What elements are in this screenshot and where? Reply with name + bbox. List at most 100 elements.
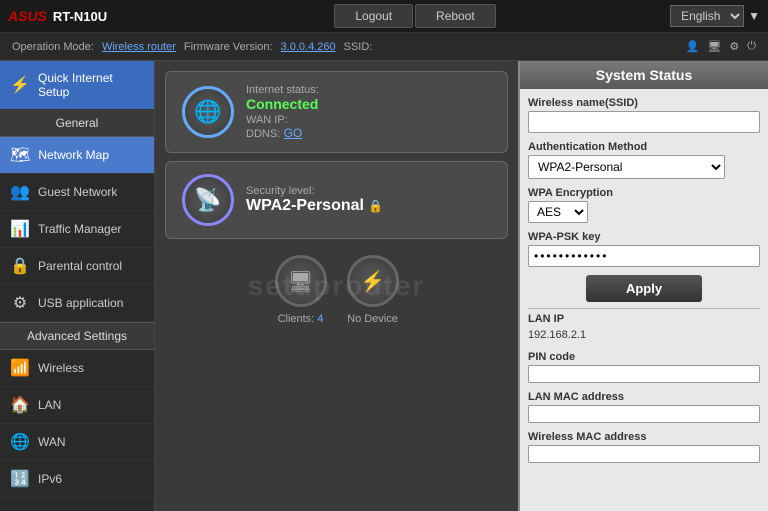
- lan-label: LAN: [38, 398, 61, 412]
- traffic-manager-label: Traffic Manager: [38, 222, 121, 236]
- wpa-enc-group: WPA Encryption AES TKIP TKIP+AES: [528, 187, 760, 223]
- logout-button[interactable]: Logout: [334, 4, 413, 28]
- lan-mac-input[interactable]: [528, 405, 760, 423]
- divider: [528, 308, 760, 309]
- main-layout: ⚡ Quick Internet Setup General 🗺 Network…: [0, 61, 768, 511]
- parental-control-label: Parental control: [38, 259, 122, 273]
- wan-label: WAN: [38, 435, 66, 449]
- general-section: General: [0, 110, 154, 137]
- wpa-enc-select[interactable]: AES TKIP TKIP+AES: [528, 201, 588, 223]
- lan-mac-group: LAN MAC address: [528, 391, 760, 423]
- sidebar-item-wan[interactable]: 🌐 WAN: [0, 424, 154, 461]
- wireless-icon: 📶: [10, 358, 30, 378]
- router-icon: 📡: [182, 174, 234, 226]
- parental-control-icon: 🔒: [10, 256, 30, 276]
- lan-icon: 🏠: [10, 395, 30, 415]
- wan-icon: 🌐: [10, 432, 30, 452]
- clients-icon: 🖥: [275, 255, 327, 307]
- ddns-row: DDNS: GO: [246, 126, 319, 140]
- reboot-button[interactable]: Reboot: [415, 4, 496, 28]
- quick-setup-icon: ⚡: [10, 75, 30, 95]
- lock-icon: 🔒: [368, 199, 383, 213]
- lan-mac-label: LAN MAC address: [528, 391, 760, 403]
- guest-network-label: Guest Network: [38, 185, 117, 199]
- lan-ip-label: LAN IP: [528, 313, 760, 325]
- wpa-enc-row: AES TKIP TKIP+AES: [528, 201, 760, 223]
- lang-area: English ▼: [670, 5, 768, 27]
- security-value: WPA2-Personal 🔒: [246, 197, 383, 215]
- auth-method-group: Authentication Method WPA2-Personal Open…: [528, 141, 760, 179]
- asus-logo: ASUS: [8, 8, 47, 24]
- op-mode-label: Operation Mode:: [12, 41, 94, 53]
- ipv6-icon: 🔢: [10, 469, 30, 489]
- wan-ip-row: WAN IP:: [246, 112, 319, 126]
- firmware-label: Firmware Version:: [184, 41, 273, 53]
- apply-button[interactable]: Apply: [586, 275, 702, 302]
- security-text: Security level: WPA2-Personal 🔒: [246, 185, 383, 215]
- sidebar-item-parental-control[interactable]: 🔒 Parental control: [0, 248, 154, 285]
- user-icon: 👤: [686, 40, 700, 53]
- logo-area: ASUS RT-N10U: [0, 8, 160, 24]
- auth-method-select[interactable]: WPA2-Personal Open System WPA-Personal W…: [528, 155, 725, 179]
- no-device-box: ⚡ No Device: [347, 255, 399, 325]
- wireless-name-label: Wireless name(SSID): [528, 97, 760, 109]
- sidebar-item-traffic-manager[interactable]: 📊 Traffic Manager: [0, 211, 154, 248]
- wireless-mac-label: Wireless MAC address: [528, 431, 760, 443]
- ddns-link[interactable]: GO: [284, 126, 303, 140]
- quick-setup-label: Quick Internet Setup: [38, 71, 144, 99]
- dropdown-icon: ▼: [748, 9, 760, 23]
- network-diagram: setuprouter 🌐 Internet status: Connected…: [155, 61, 518, 511]
- network-map-label: Network Map: [38, 148, 109, 162]
- wpa-psk-input[interactable]: [528, 245, 760, 267]
- settings-icon: ⚙: [729, 40, 739, 53]
- internet-status-text: Internet status: Connected WAN IP: DDNS:…: [246, 84, 319, 140]
- wireless-label: Wireless: [38, 361, 84, 375]
- wpa-psk-group: WPA-PSK key: [528, 231, 760, 267]
- ipv6-label: IPv6: [38, 472, 62, 486]
- language-select[interactable]: English: [670, 5, 744, 27]
- usb-icon: ⚙: [10, 293, 30, 313]
- pin-code-label: PIN code: [528, 351, 760, 363]
- wireless-name-group: Wireless name(SSID): [528, 97, 760, 133]
- system-status-body: Wireless name(SSID) Authentication Metho…: [520, 89, 768, 511]
- wireless-mac-input[interactable]: [528, 445, 760, 463]
- top-bar: ASUS RT-N10U Logout Reboot English ▼: [0, 0, 768, 33]
- wan-ip-label: WAN IP:: [246, 114, 288, 126]
- network-icon: 🖥: [707, 40, 721, 53]
- sidebar: ⚡ Quick Internet Setup General 🗺 Network…: [0, 61, 155, 511]
- sidebar-item-guest-network[interactable]: 👥 Guest Network: [0, 174, 154, 211]
- system-status-panel: System Status Wireless name(SSID) Authen…: [518, 61, 768, 511]
- pin-code-group: PIN code: [528, 351, 760, 383]
- sidebar-item-wireless[interactable]: 📶 Wireless: [0, 350, 154, 387]
- sidebar-item-network-map[interactable]: 🗺 Network Map: [0, 137, 154, 174]
- firmware-value[interactable]: 3.0.0.4.260: [281, 41, 336, 53]
- lan-ip-value: 192.168.2.1: [528, 327, 760, 343]
- traffic-manager-icon: 📊: [10, 219, 30, 239]
- content-area: setuprouter 🌐 Internet status: Connected…: [155, 61, 768, 511]
- wpa-enc-label: WPA Encryption: [528, 187, 760, 199]
- wireless-mac-group: Wireless MAC address: [528, 431, 760, 463]
- internet-box: 🌐 Internet status: Connected WAN IP: DDN…: [165, 71, 508, 153]
- network-map-icon: 🗺: [10, 145, 30, 165]
- clients-label: Clients: 4: [278, 313, 324, 325]
- router-box: 📡 Security level: WPA2-Personal 🔒: [165, 161, 508, 239]
- ssid-label: SSID:: [344, 41, 373, 53]
- op-bar: Operation Mode: Wireless router Firmware…: [0, 33, 768, 61]
- internet-status-label: Internet status:: [246, 84, 319, 96]
- advanced-settings-header: Advanced Settings: [0, 322, 154, 350]
- system-status-header: System Status: [520, 61, 768, 89]
- lan-ip-group: LAN IP 192.168.2.1: [528, 313, 760, 343]
- power-icon: ⏻: [747, 40, 756, 53]
- sidebar-item-ipv6[interactable]: 🔢 IPv6: [0, 461, 154, 498]
- clients-count-link[interactable]: 4: [317, 313, 323, 325]
- bottom-devices: 🖥 Clients: 4 ⚡ No Device: [165, 247, 508, 333]
- clients-box: 🖥 Clients: 4: [275, 255, 327, 325]
- sidebar-item-quick-setup[interactable]: ⚡ Quick Internet Setup: [0, 61, 154, 110]
- sidebar-item-usb-application[interactable]: ⚙ USB application: [0, 285, 154, 322]
- sidebar-item-lan[interactable]: 🏠 LAN: [0, 387, 154, 424]
- pin-code-input[interactable]: [528, 365, 760, 383]
- guest-network-icon: 👥: [10, 182, 30, 202]
- op-mode-value[interactable]: Wireless router: [102, 41, 176, 53]
- model-name: RT-N10U: [53, 9, 107, 24]
- wireless-name-input[interactable]: [528, 111, 760, 133]
